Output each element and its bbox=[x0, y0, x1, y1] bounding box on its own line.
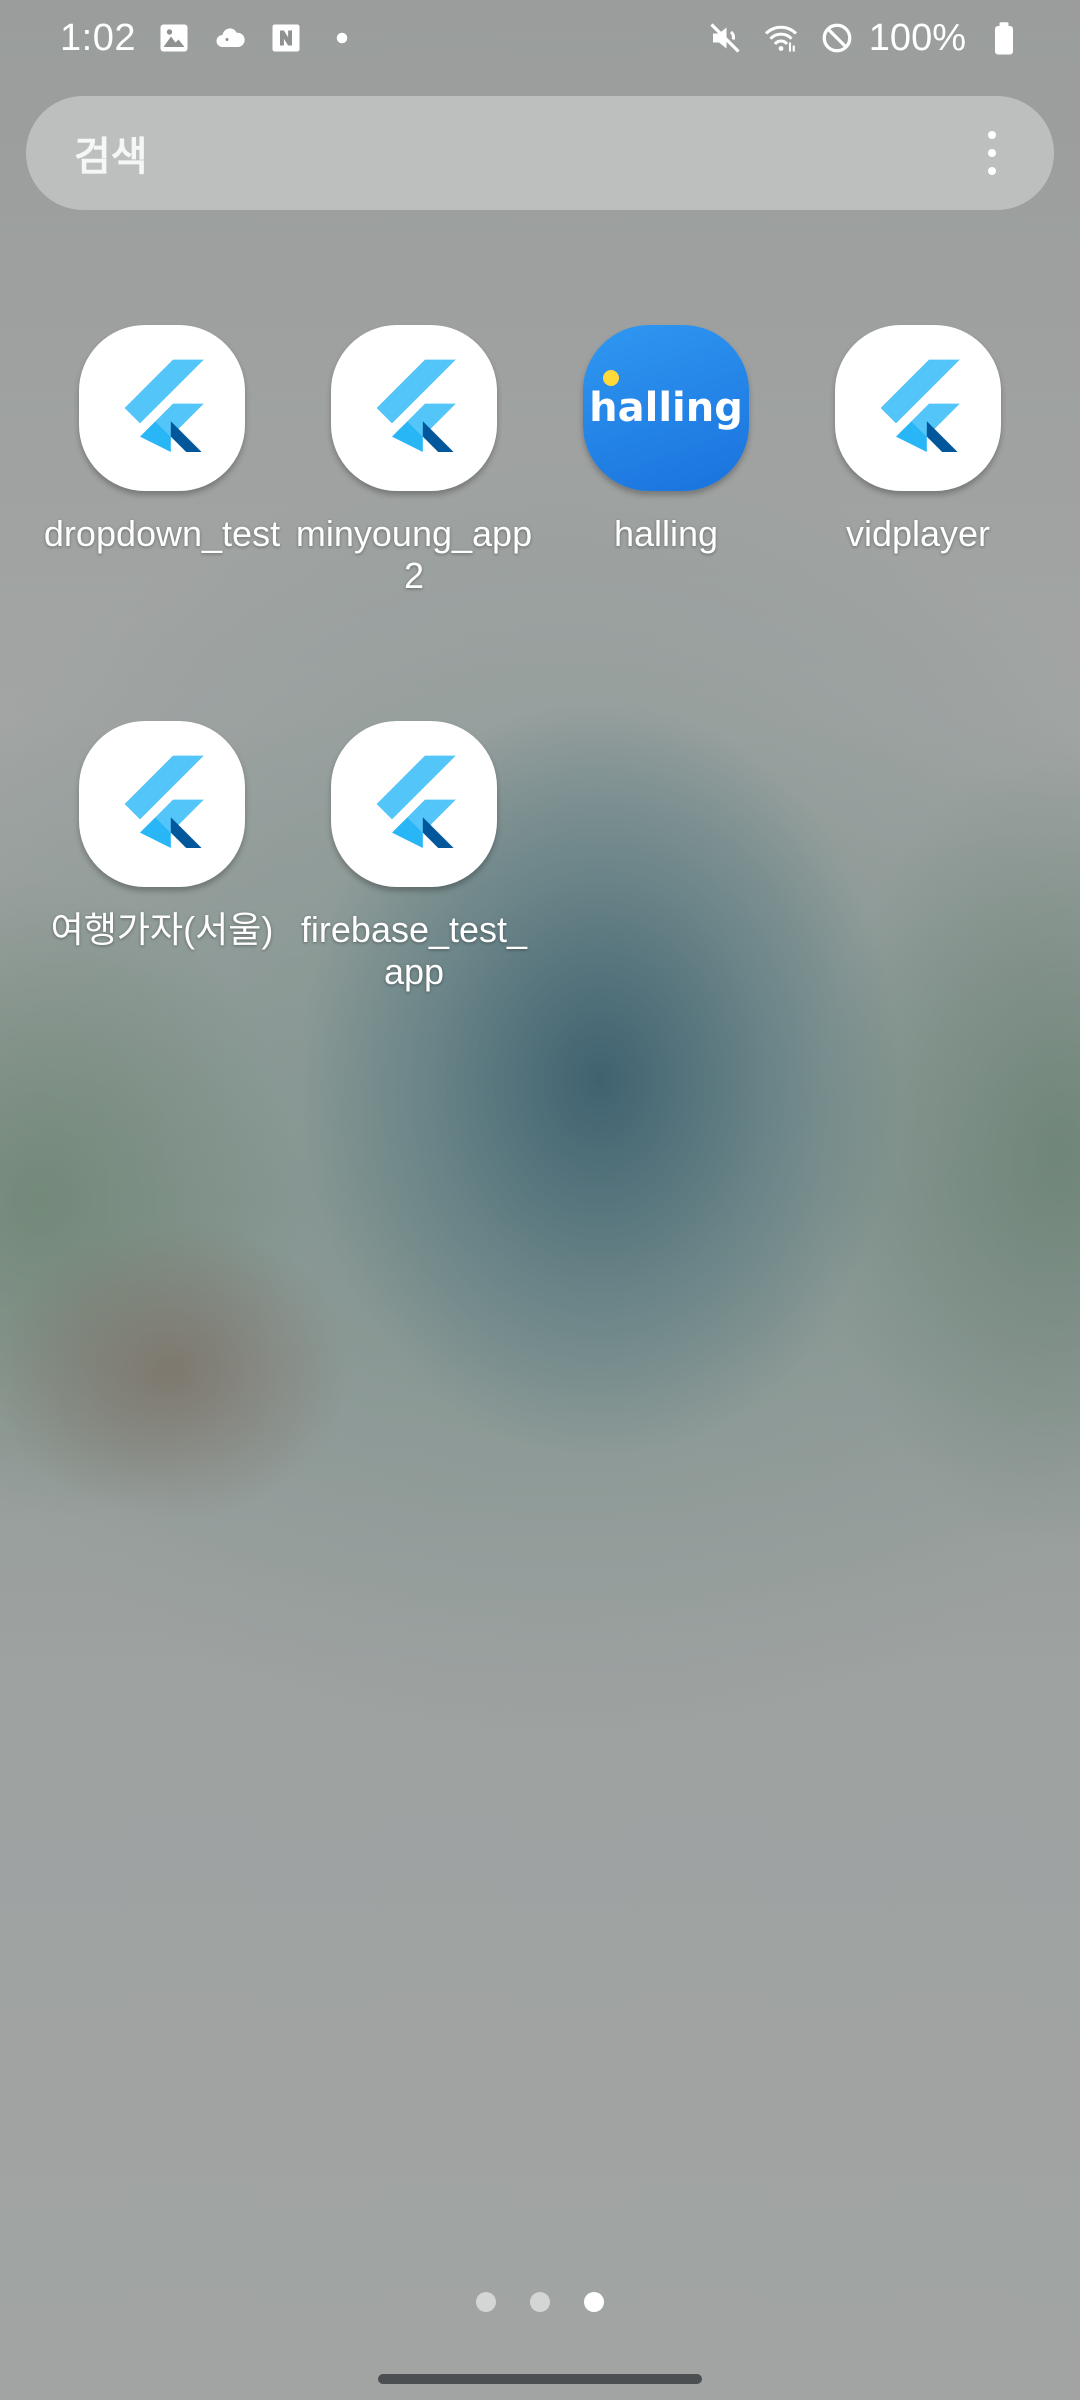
status-bar: 1:02 100% bbox=[0, 0, 1080, 76]
app-row: dropdown_test minyoung_app 2 halling hal… bbox=[0, 325, 1080, 721]
flutter-icon[interactable] bbox=[331, 325, 497, 491]
dot-icon bbox=[324, 20, 360, 56]
app-travel-seoul[interactable]: 여행가자(서울) bbox=[36, 721, 288, 1117]
page-dot-2[interactable] bbox=[530, 2292, 550, 2312]
halling-icon[interactable]: halling bbox=[583, 325, 749, 491]
home-gesture-handle[interactable] bbox=[378, 2374, 702, 2384]
app-label: halling bbox=[613, 513, 719, 554]
battery-icon bbox=[986, 20, 1022, 56]
flutter-icon[interactable] bbox=[835, 325, 1001, 491]
app-label: firebase_test_ app bbox=[300, 909, 528, 992]
app-label: dropdown_test bbox=[43, 513, 281, 554]
naver-icon bbox=[268, 20, 304, 56]
app-minyoung-app2[interactable]: minyoung_app 2 bbox=[288, 325, 540, 721]
halling-icon-text: halling bbox=[589, 385, 743, 431]
more-options-icon[interactable] bbox=[972, 123, 1012, 183]
page-dot-1[interactable] bbox=[476, 2292, 496, 2312]
flutter-icon[interactable] bbox=[79, 721, 245, 887]
cloud-icon bbox=[212, 20, 248, 56]
app-halling[interactable]: halling halling bbox=[540, 325, 792, 721]
page-dot-3-active[interactable] bbox=[584, 2292, 604, 2312]
app-grid: dropdown_test minyoung_app 2 halling hal… bbox=[0, 325, 1080, 1117]
app-label: 여행가자(서울) bbox=[50, 909, 274, 950]
app-row: 여행가자(서울) firebase_test_ app bbox=[0, 721, 1080, 1117]
do-not-disturb-icon bbox=[819, 20, 855, 56]
flutter-icon[interactable] bbox=[79, 325, 245, 491]
status-left: 1:02 bbox=[60, 17, 360, 60]
status-right: 100% bbox=[707, 17, 1022, 60]
mute-icon bbox=[707, 20, 743, 56]
search-input[interactable]: 검색 bbox=[74, 124, 972, 182]
app-label: minyoung_app 2 bbox=[295, 513, 533, 596]
gallery-icon bbox=[156, 20, 192, 56]
flutter-icon[interactable] bbox=[331, 721, 497, 887]
status-time: 1:02 bbox=[60, 16, 136, 59]
wifi-icon bbox=[763, 20, 799, 56]
battery-percent: 100% bbox=[868, 16, 966, 59]
search-bar[interactable]: 검색 bbox=[26, 96, 1054, 210]
page-indicator bbox=[0, 2292, 1080, 2312]
app-firebase-test-app[interactable]: firebase_test_ app bbox=[288, 721, 540, 1117]
app-label: vidplayer bbox=[845, 513, 991, 554]
app-dropdown-test[interactable]: dropdown_test bbox=[36, 325, 288, 721]
app-vidplayer[interactable]: vidplayer bbox=[792, 325, 1044, 721]
